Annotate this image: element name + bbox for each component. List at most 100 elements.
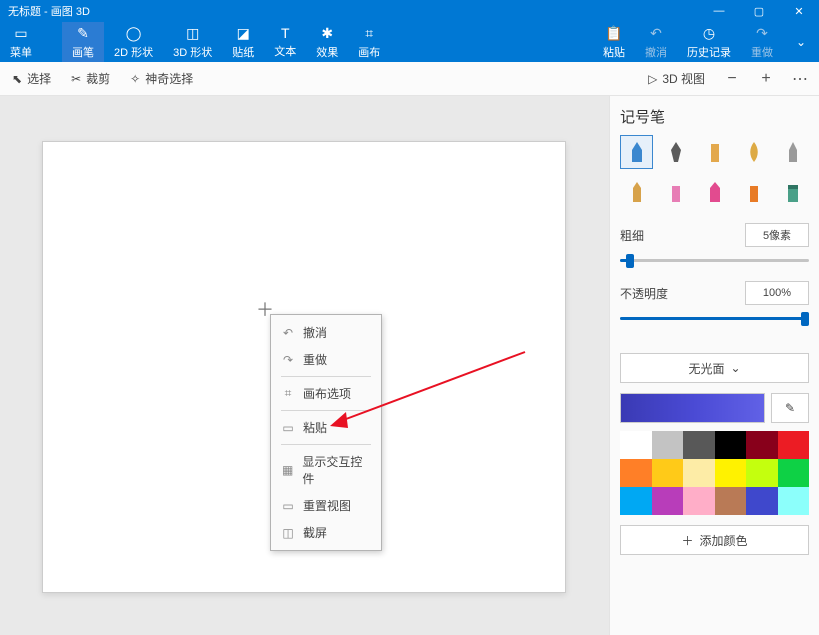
folder-icon: ▭ (14, 25, 27, 42)
color-swatch[interactable] (620, 459, 652, 487)
thickness-value[interactable]: 5像素 (745, 223, 809, 247)
brush-crayon[interactable] (698, 175, 731, 209)
brush-fill[interactable] (776, 175, 809, 209)
brush-oil[interactable] (698, 135, 731, 169)
canvas-tab[interactable]: ⌗ 画布 (348, 22, 390, 62)
context-menu: ↶撤消 ↷重做 ⌗画布选项 ▭粘贴 ▦显示交互控件 ▭重置视图 ◫截屏 (270, 314, 382, 551)
ctx-show-interactive[interactable]: ▦显示交互控件 (271, 448, 381, 492)
undo-icon: ↶ (650, 25, 662, 42)
color-swatch[interactable] (620, 487, 652, 515)
brush-picker (620, 135, 809, 209)
view3d-label: 3D 视图 (662, 70, 705, 87)
zoom-out-button[interactable]: − (719, 70, 745, 88)
panel-title: 记号笔 (620, 106, 809, 127)
material-dropdown[interactable]: 无光面 ⌄ (620, 353, 809, 383)
color-swatches (620, 431, 809, 515)
redo-button[interactable]: ↷ 重做 (741, 22, 783, 62)
color-swatch[interactable] (778, 459, 810, 487)
color-swatch[interactable] (715, 487, 747, 515)
color-swatch[interactable] (652, 459, 684, 487)
plus-icon: ＋ (681, 532, 693, 549)
shape3d-icon: ◫ (186, 25, 199, 42)
ctx-canvas-options[interactable]: ⌗画布选项 (271, 380, 381, 407)
ctx-paste[interactable]: ▭粘贴 (271, 414, 381, 441)
color-swatch[interactable] (715, 431, 747, 459)
select-tool[interactable]: ⬉ 选择 (6, 66, 57, 91)
zoom-in-button[interactable]: + (753, 70, 779, 88)
canvas-icon: ⌗ (281, 386, 295, 401)
canvas-viewport[interactable]: ＋ ↶撤消 ↷重做 ⌗画布选项 ▭粘贴 ▦显示交互控件 ▭重置视图 ◫截屏 (0, 96, 609, 635)
brush-pixel[interactable] (776, 135, 809, 169)
shape2d-icon: ◯ (126, 25, 142, 42)
brush-spray[interactable] (737, 175, 770, 209)
shape3d-label: 3D 形状 (173, 44, 212, 60)
effect-label: 效果 (316, 44, 338, 60)
paste-icon: 📋 (605, 25, 622, 42)
magic-icon: ✧ (130, 72, 140, 86)
redo-icon: ↷ (756, 25, 768, 42)
eyedropper-icon: ✎ (785, 401, 795, 415)
title-bar: 无标题 - 画图 3D — ▢ ✕ (0, 0, 819, 22)
redo-icon: ↷ (281, 353, 295, 367)
add-color-button[interactable]: ＋ 添加颜色 (620, 525, 809, 555)
color-swatch[interactable] (683, 431, 715, 459)
brush-watercolor[interactable] (737, 135, 770, 169)
window-maximize-button[interactable]: ▢ (739, 0, 779, 22)
brush-tab[interactable]: ✎ 画笔 (62, 22, 104, 62)
paste-icon: ▭ (281, 421, 295, 435)
eyedropper-button[interactable]: ✎ (771, 393, 809, 423)
window-close-button[interactable]: ✕ (779, 0, 819, 22)
sticker-tab[interactable]: ◪ 贴纸 (222, 22, 264, 62)
window-minimize-button[interactable]: — (699, 0, 739, 22)
color-swatch[interactable] (652, 431, 684, 459)
opacity-value[interactable]: 100% (745, 281, 809, 305)
color-swatch[interactable] (683, 487, 715, 515)
brush-label: 画笔 (72, 44, 94, 60)
ctx-undo[interactable]: ↶撤消 (271, 319, 381, 346)
color-swatch[interactable] (746, 487, 778, 515)
opacity-label: 不透明度 (620, 285, 668, 302)
ctx-redo[interactable]: ↷重做 (271, 346, 381, 373)
color-swatch[interactable] (715, 459, 747, 487)
widgets-icon: ▦ (281, 463, 294, 477)
2d-shape-tab[interactable]: ◯ 2D 形状 (104, 22, 163, 62)
sticker-icon: ◪ (237, 25, 250, 42)
history-label: 历史记录 (687, 44, 731, 60)
effect-tab[interactable]: ✱ 效果 (306, 22, 348, 62)
color-swatch[interactable] (746, 431, 778, 459)
chevron-down-icon: ⌄ (730, 361, 740, 375)
text-icon: T (281, 25, 290, 41)
more-button[interactable]: ⋯ (787, 69, 813, 89)
play-icon: ▷ (648, 72, 657, 86)
3d-view-button[interactable]: ▷ 3D 视图 (642, 66, 711, 91)
history-button[interactable]: ◷ 历史记录 (677, 22, 741, 62)
opacity-slider[interactable] (620, 311, 809, 325)
window-title: 无标题 - 画图 3D (8, 3, 90, 19)
thickness-slider[interactable] (620, 253, 809, 267)
color-swatch[interactable] (652, 487, 684, 515)
crop-label: 裁剪 (86, 70, 110, 87)
brush-pencil[interactable] (620, 175, 653, 209)
magic-select-tool[interactable]: ✧ 神奇选择 (124, 66, 199, 91)
color-swatch[interactable] (683, 459, 715, 487)
color-swatch[interactable] (746, 459, 778, 487)
menu-button[interactable]: ▭ 菜单 (0, 22, 42, 62)
color-swatch[interactable] (778, 431, 810, 459)
ctx-screenshot[interactable]: ◫截屏 (271, 519, 381, 546)
ctx-reset-view[interactable]: ▭重置视图 (271, 492, 381, 519)
3d-shape-tab[interactable]: ◫ 3D 形状 (163, 22, 222, 62)
brush-calligraphy[interactable] (659, 135, 692, 169)
text-tab[interactable]: T 文本 (264, 22, 306, 62)
brush-marker[interactable] (620, 135, 653, 169)
current-color-swatch[interactable] (620, 393, 765, 423)
ribbon-expand-button[interactable]: ⌄ (783, 22, 819, 62)
redo-label: 重做 (751, 44, 773, 60)
color-swatch[interactable] (778, 487, 810, 515)
paste-button[interactable]: 📋 粘贴 (593, 22, 635, 62)
select-label: 选择 (27, 70, 51, 87)
crop-tool[interactable]: ✂ 裁剪 (65, 66, 116, 91)
color-swatch[interactable] (620, 431, 652, 459)
brush-eraser[interactable] (659, 175, 692, 209)
material-label: 无光面 (688, 360, 724, 377)
undo-button[interactable]: ↶ 撤消 (635, 22, 677, 62)
